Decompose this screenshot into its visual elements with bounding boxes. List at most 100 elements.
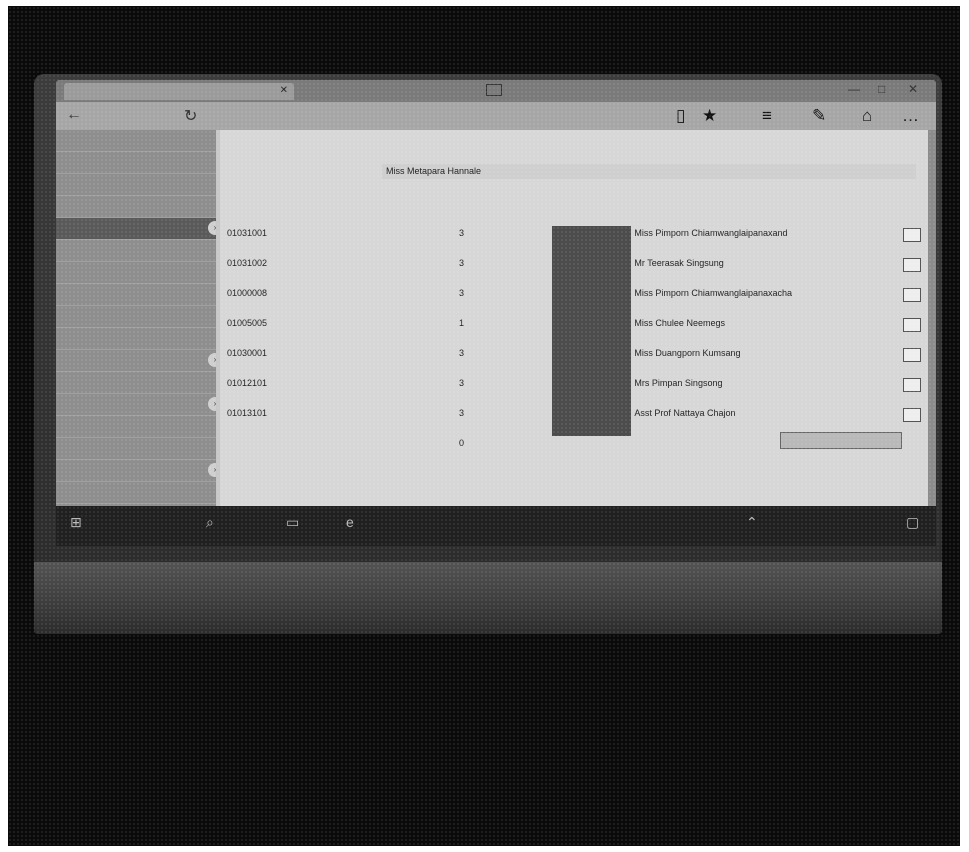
cell-credit-text: 3: [458, 258, 464, 268]
cell-instructor: Mrs Pimpan Singsong: [631, 376, 857, 406]
col-action: [857, 196, 924, 226]
edge-icon[interactable]: e: [346, 514, 354, 530]
back-icon[interactable]: ←: [66, 106, 82, 124]
start-icon[interactable]: ⊞: [70, 514, 82, 531]
select-checkbox[interactable]: [903, 378, 921, 392]
cell-type: [504, 406, 552, 436]
new-tab-icon[interactable]: [486, 84, 502, 96]
cell-action[interactable]: [857, 376, 924, 406]
sidebar-item[interactable]: ›: [56, 350, 216, 372]
cell-code: 01031002: [224, 256, 293, 286]
cell-credit: 3: [456, 376, 504, 406]
chevron-right-icon[interactable]: ›: [208, 463, 216, 477]
cell-instructor-text: Miss Pimporn Chiamwanglaipanaxacha: [634, 288, 792, 298]
cell-credit-text: 3: [458, 288, 464, 298]
sidebar-item[interactable]: [56, 174, 216, 196]
select-checkbox[interactable]: [903, 348, 921, 362]
cell-name: [293, 376, 456, 406]
select-checkbox[interactable]: [903, 288, 921, 302]
more-icon[interactable]: …: [902, 106, 919, 126]
submit-button[interactable]: [780, 432, 902, 449]
task-view-icon[interactable]: ▭: [286, 514, 299, 531]
cell-code: 01000008: [224, 286, 293, 316]
browser-window: ✕ — □ ✕ ← ↻ ▯ ★ ≡ ✎ ⌂ … › › › ›: [56, 80, 936, 506]
cell-credit: 3: [456, 406, 504, 436]
cell-type: [504, 226, 552, 256]
sidebar-item[interactable]: ›: [56, 460, 216, 482]
cell-code-text: 01012101: [227, 378, 268, 388]
cell-type: [504, 316, 552, 346]
select-checkbox[interactable]: [903, 228, 921, 242]
cell-action[interactable]: [857, 316, 924, 346]
cell-action[interactable]: [857, 286, 924, 316]
table-row: 01000008 3 Miss Pimporn Chiamwanglaipanax…: [224, 286, 924, 316]
select-checkbox[interactable]: [903, 318, 921, 332]
cell-section: [552, 286, 632, 316]
sidebar-item[interactable]: [56, 438, 216, 460]
cell-action[interactable]: [857, 346, 924, 376]
cell-type: [504, 286, 552, 316]
chevron-right-icon[interactable]: ›: [208, 353, 216, 367]
cell-instructor-text: Miss Pimporn Chiamwanglaipanaxand: [634, 228, 788, 238]
cell-section: [552, 346, 632, 376]
sidebar-item[interactable]: [56, 416, 216, 438]
cell-credit-text: 3: [458, 378, 464, 388]
sidebar-item[interactable]: [56, 130, 216, 152]
close-window-icon[interactable]: ✕: [908, 82, 918, 96]
chevron-right-icon[interactable]: ›: [208, 397, 216, 411]
table-row: 01005005 1 Miss Chulee Neemegs: [224, 316, 924, 346]
table-row: 01012101 3 Mrs Pimpan Singsong: [224, 376, 924, 406]
cell-code-text: 01013101: [227, 408, 268, 418]
sidebar-item[interactable]: ›: [56, 394, 216, 416]
sidebar-item[interactable]: [56, 482, 216, 504]
sidebar-item[interactable]: [56, 196, 216, 218]
note-icon[interactable]: ✎: [812, 106, 826, 126]
cell-credit: 3: [456, 286, 504, 316]
cell-name: [293, 226, 456, 256]
maximize-icon[interactable]: □: [878, 82, 885, 96]
sidebar-item[interactable]: [56, 306, 216, 328]
cell-action[interactable]: [857, 256, 924, 286]
select-checkbox[interactable]: [903, 408, 921, 422]
cell-type: [504, 376, 552, 406]
tab-close-icon[interactable]: ✕: [280, 85, 288, 96]
cell-section: [552, 376, 632, 406]
hub-icon[interactable]: ≡: [762, 106, 772, 126]
sidebar-item[interactable]: ›: [56, 218, 216, 240]
cell-credit-text: 3: [458, 348, 464, 358]
sidebar-item[interactable]: [56, 372, 216, 394]
total-credit: 0: [458, 438, 464, 448]
cell-credit: 3: [456, 226, 504, 256]
cell-instructor-text: Mrs Pimpan Singsong: [634, 378, 723, 388]
address-bar[interactable]: [216, 108, 642, 124]
select-checkbox[interactable]: [903, 258, 921, 272]
cell-action[interactable]: [857, 226, 924, 256]
tray-icon[interactable]: ⌃: [746, 514, 758, 531]
cell-code-text: 01005005: [227, 318, 268, 328]
photo-frame: ✕ — □ ✕ ← ↻ ▯ ★ ≡ ✎ ⌂ … › › › ›: [8, 6, 960, 846]
star-icon[interactable]: ★: [702, 106, 717, 126]
reading-view-icon[interactable]: ▯: [676, 106, 685, 126]
col-type: [504, 196, 552, 226]
sidebar-item[interactable]: [56, 240, 216, 262]
sidebar-item[interactable]: [56, 284, 216, 306]
sidebar-item[interactable]: [56, 262, 216, 284]
screen-reflection: [34, 562, 942, 634]
cell-credit: 3: [456, 256, 504, 286]
sidebar-item[interactable]: [56, 152, 216, 174]
search-icon[interactable]: ⌕: [206, 514, 214, 531]
browser-tab[interactable]: ✕: [64, 83, 294, 100]
refresh-icon[interactable]: ↻: [184, 106, 197, 126]
cell-code: 01005005: [224, 316, 293, 346]
notification-icon[interactable]: ▢: [906, 514, 919, 531]
cell-name: [293, 316, 456, 346]
scrollbar[interactable]: [928, 130, 936, 506]
cell-code-text: 01000008: [227, 288, 268, 298]
chevron-right-icon[interactable]: ›: [208, 221, 216, 235]
cell-instructor: Miss Pimporn Chiamwanglaipanaxand: [631, 226, 857, 256]
share-icon[interactable]: ⌂: [862, 106, 872, 126]
sidebar-item[interactable]: [56, 328, 216, 350]
advisor-name: Miss Metapara Hannale: [382, 164, 916, 179]
table-row: 01030001 3 Miss Duangporn Kumsang: [224, 346, 924, 376]
minimize-icon[interactable]: —: [848, 82, 860, 96]
